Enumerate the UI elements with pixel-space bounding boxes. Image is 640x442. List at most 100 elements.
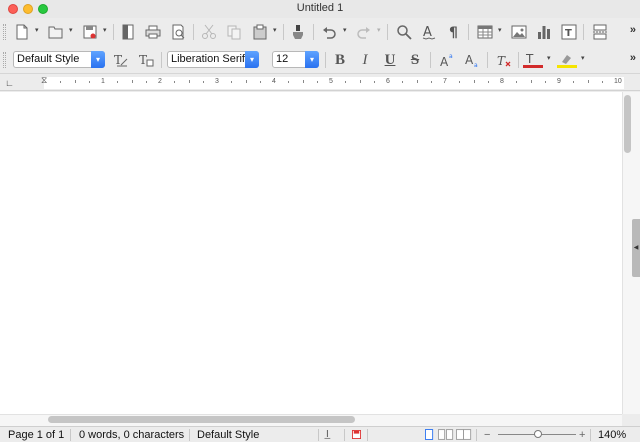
more-toolbar-icon[interactable]: » (630, 24, 636, 36)
save-icon[interactable] (80, 22, 100, 42)
toolbar-separator (193, 24, 194, 40)
window-title: Untitled 1 (296, 2, 344, 14)
new-document-icon[interactable] (12, 22, 32, 42)
zoom-out-button[interactable]: − (484, 428, 490, 442)
toolbar-separator (113, 24, 114, 40)
paste-icon[interactable] (250, 22, 270, 42)
highlight-dropdown-icon[interactable]: ▾ (581, 55, 587, 62)
strikethrough-button[interactable]: S (405, 51, 425, 69)
ruler-tick (60, 81, 62, 83)
toolbar-separator (283, 24, 284, 40)
paste-dropdown-icon[interactable]: ▾ (273, 27, 279, 34)
page-style[interactable]: Default Style (197, 428, 259, 442)
subscript-icon[interactable]: Aa (462, 50, 482, 70)
superscript-icon[interactable]: Aa (437, 50, 457, 70)
new-document-dropdown-icon[interactable]: ▾ (35, 27, 41, 34)
copy-icon[interactable] (224, 22, 244, 42)
ruler-tick (402, 81, 404, 83)
toolbar-separator (325, 52, 326, 68)
word-count[interactable]: 0 words, 0 characters (79, 428, 184, 442)
font-name-select[interactable]: Liberation Serif ▾ (167, 51, 259, 68)
paragraph-style-select[interactable]: Default Style ▾ (13, 51, 105, 68)
find-replace-icon[interactable] (394, 22, 414, 42)
vertical-scroll-thumb[interactable] (624, 95, 631, 153)
book-view-icon[interactable] (456, 428, 472, 442)
insert-table-dropdown-icon[interactable]: ▾ (498, 27, 504, 34)
sidebar-toggle-icon[interactable]: ◀ (632, 219, 640, 277)
ruler-tick (188, 80, 190, 83)
svg-text:a: a (474, 62, 478, 68)
undo-icon[interactable] (319, 22, 339, 42)
cut-icon[interactable] (199, 22, 219, 42)
multi-page-view-icon[interactable] (438, 428, 454, 442)
font-size-value: 12 (276, 53, 289, 65)
chevron-down-icon[interactable]: ▾ (91, 51, 105, 68)
ruler-tick (516, 81, 518, 83)
print-preview-icon[interactable] (168, 22, 188, 42)
svg-text:T: T (497, 54, 506, 68)
redo-icon[interactable] (354, 22, 374, 42)
spelling-icon[interactable]: A (419, 22, 439, 42)
bold-button[interactable]: B (330, 51, 350, 69)
more-formatting-icon[interactable]: » (630, 52, 636, 64)
horizontal-ruler[interactable]: ∟ ⧖ 1 2 3 4 5 6 7 8 9 10 (0, 75, 640, 91)
single-page-view-icon[interactable] (425, 428, 434, 442)
insert-table-icon[interactable] (475, 22, 495, 42)
font-color-icon[interactable]: T (523, 50, 543, 70)
status-bar: Page 1 of 1 0 words, 0 characters Defaul… (0, 426, 640, 442)
open-folder-icon[interactable] (46, 22, 66, 42)
insert-textbox-icon[interactable]: T (559, 22, 579, 42)
ruler-number: 2 (158, 78, 162, 85)
clear-formatting-icon[interactable]: T (494, 50, 514, 70)
print-icon[interactable] (143, 22, 163, 42)
highlight-color-icon[interactable] (557, 50, 577, 70)
font-name-value: Liberation Serif (171, 53, 245, 65)
new-style-icon[interactable]: T (136, 50, 156, 70)
ruler-tick (88, 81, 90, 83)
ruler-tick (345, 81, 347, 83)
toolbar-grip[interactable] (3, 24, 6, 40)
zoom-in-button[interactable]: + (579, 428, 585, 442)
formatting-marks-icon[interactable]: ¶ (444, 22, 464, 42)
insert-image-icon[interactable] (509, 22, 529, 42)
font-color-dropdown-icon[interactable]: ▾ (547, 55, 553, 62)
save-dropdown-icon[interactable]: ▾ (103, 27, 109, 34)
tab-stop-icon[interactable]: ∟ (5, 78, 14, 88)
ruler-tick (587, 80, 589, 83)
page-count[interactable]: Page 1 of 1 (8, 428, 64, 442)
underline-button[interactable]: U (380, 51, 400, 69)
ruler-tick (487, 81, 489, 83)
horizontal-scroll-thumb[interactable] (48, 416, 355, 423)
ruler-number: 5 (329, 78, 333, 85)
redo-dropdown-icon[interactable]: ▾ (377, 27, 383, 34)
italic-button[interactable]: I (355, 51, 375, 69)
status-separator (590, 429, 591, 441)
ruler-tick (174, 81, 176, 83)
ruler-tick (473, 80, 475, 83)
ruler-tick (259, 81, 261, 83)
export-pdf-icon[interactable] (118, 22, 138, 42)
document-canvas[interactable] (0, 92, 622, 414)
indent-marker-icon[interactable]: ⧖ (41, 75, 47, 86)
chevron-down-icon[interactable]: ▾ (245, 51, 259, 68)
svg-text:¶: ¶ (449, 25, 458, 40)
chevron-down-icon[interactable]: ▾ (305, 51, 319, 68)
toolbar-separator (430, 52, 431, 68)
standard-toolbar: ▾ ▾ ▾ ▾ ▾ ▾ A ¶ ▾ T » (0, 18, 640, 46)
open-dropdown-icon[interactable]: ▾ (69, 27, 75, 34)
ruler-tick (245, 80, 247, 83)
page-break-icon[interactable] (590, 22, 610, 42)
ruler-tick (459, 81, 461, 83)
zoom-level[interactable]: 140% (598, 428, 626, 442)
clone-formatting-icon[interactable] (288, 22, 308, 42)
font-size-select[interactable]: 12 ▾ (272, 51, 319, 68)
document-modified-icon[interactable] (352, 428, 361, 442)
zoom-slider-thumb[interactable] (534, 430, 542, 438)
insert-mode-icon[interactable]: I̲ (326, 428, 329, 442)
update-style-icon[interactable]: T (111, 50, 131, 70)
ruler-tick (316, 81, 318, 83)
ruler-tick (530, 80, 532, 83)
insert-chart-icon[interactable] (534, 22, 554, 42)
toolbar-grip[interactable] (3, 52, 6, 68)
undo-dropdown-icon[interactable]: ▾ (343, 27, 349, 34)
